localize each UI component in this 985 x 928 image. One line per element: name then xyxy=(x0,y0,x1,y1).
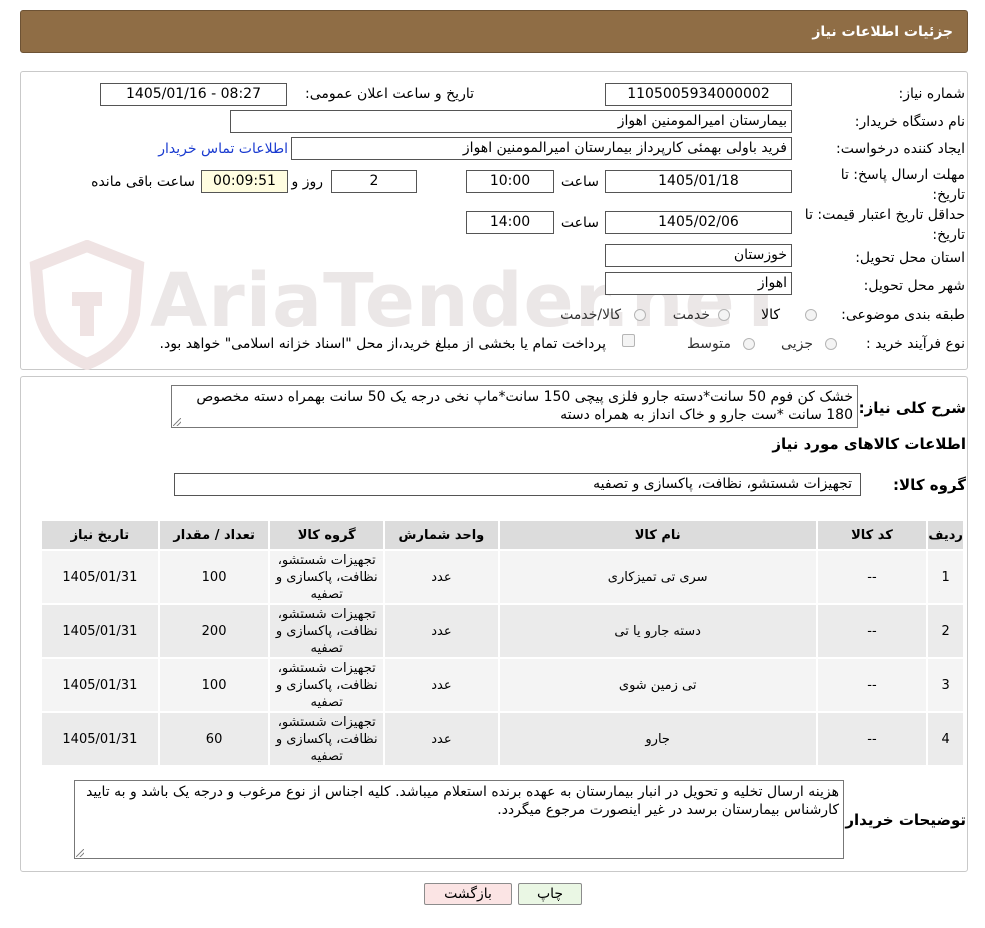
table-row: 2 -- دسته جارو یا تی عدد تجهیزات شستشو، … xyxy=(42,605,963,657)
city-field: اهواز xyxy=(605,272,792,295)
cell-row: 4 xyxy=(928,713,963,765)
cell-qty: 100 xyxy=(159,659,269,711)
resize-grip-icon[interactable] xyxy=(76,849,84,857)
col-qty: تعداد / مقدار xyxy=(159,521,269,549)
cell-group: تجهیزات شستشو، نظافت، پاکسازی و تصفیه xyxy=(270,551,384,603)
col-name: نام کالا xyxy=(499,521,816,549)
cell-code: -- xyxy=(817,551,927,603)
col-date: تاریخ نیاز xyxy=(42,521,158,549)
cell-name: تی زمین شوی xyxy=(499,659,816,711)
cell-code: -- xyxy=(817,713,927,765)
goods-table: ردیف کد کالا نام کالا واحد شمارش گروه کا… xyxy=(40,519,965,767)
announce-field: 1405/01/16 - 08:27 xyxy=(100,83,287,106)
col-code: کد کالا xyxy=(817,521,927,549)
deadline-date-field: 1405/01/18 xyxy=(605,170,792,193)
category-goods-service-label: کالا/خدمت xyxy=(560,307,621,323)
cell-qty: 200 xyxy=(159,605,269,657)
cell-row: 2 xyxy=(928,605,963,657)
table-header-row: ردیف کد کالا نام کالا واحد شمارش گروه کا… xyxy=(42,521,963,549)
col-group: گروه کالا xyxy=(270,521,384,549)
cell-unit: عدد xyxy=(385,659,498,711)
remaining-time-field: 00:09:51 xyxy=(201,170,288,193)
cell-row: 3 xyxy=(928,659,963,711)
category-label: طبقه بندی موضوعی: xyxy=(841,307,965,323)
validity-date-field: 1405/02/06 xyxy=(605,211,792,234)
category-goods-service-radio[interactable] xyxy=(634,309,646,321)
cell-unit: عدد xyxy=(385,551,498,603)
process-medium-label: متوسط xyxy=(687,336,731,352)
process-label: نوع فرآیند خرید : xyxy=(866,336,965,352)
requester-label: ایجاد کننده درخواست: xyxy=(836,141,965,157)
contact-info-link[interactable]: اطلاعات تماس خریدار xyxy=(158,141,288,157)
back-button[interactable]: بازگشت xyxy=(424,883,512,905)
print-button[interactable]: چاپ xyxy=(518,883,582,905)
requester-field: فرید باولی بهمئی کارپرداز بیمارستان امیر… xyxy=(291,137,792,160)
table-row: 3 -- تی زمین شوی عدد تجهیزات شستشو، نظاف… xyxy=(42,659,963,711)
province-label: استان محل تحویل: xyxy=(855,250,965,266)
cell-name: جارو xyxy=(499,713,816,765)
deadline-time-label: ساعت xyxy=(560,174,599,190)
notes-textarea[interactable]: هزینه ارسال تخلیه و تحویل در انبار بیمار… xyxy=(74,780,844,859)
process-minor-label: جزیی xyxy=(781,336,813,352)
page-header: جزئیات اطلاعات نیاز xyxy=(20,10,968,53)
category-service-label: خدمت xyxy=(672,307,710,323)
summary-label: شرح کلی نیاز: xyxy=(858,399,966,417)
cell-date: 1405/01/31 xyxy=(42,551,158,603)
remaining-label: ساعت باقی مانده xyxy=(91,174,195,190)
cell-name: سری تی تمیزکاری xyxy=(499,551,816,603)
cell-group: تجهیزات شستشو، نظافت، پاکسازی و تصفیه xyxy=(270,713,384,765)
summary-text: خشک کن فوم 50 سانت*دسته جارو فلزی پیچی 1… xyxy=(196,389,853,423)
cell-date: 1405/01/31 xyxy=(42,713,158,765)
notes-label: توضیحات خریدار: xyxy=(839,811,966,829)
goods-group-field: تجهیزات شستشو، نظافت، پاکسازی و تصفیه xyxy=(174,473,861,496)
deadline-time-field: 10:00 xyxy=(466,170,554,193)
city-label: شهر محل تحویل: xyxy=(863,278,965,294)
page-title: جزئیات اطلاعات نیاز xyxy=(812,24,953,40)
province-field: خوزستان xyxy=(605,244,792,267)
cell-qty: 60 xyxy=(159,713,269,765)
cell-row: 1 xyxy=(928,551,963,603)
cell-group: تجهیزات شستشو، نظافت، پاکسازی و تصفیه xyxy=(270,605,384,657)
announce-label: تاریخ و ساعت اعلان عمومی: xyxy=(305,86,474,102)
watermark-logo xyxy=(29,240,145,370)
goods-group-label: گروه کالا: xyxy=(893,476,966,494)
cell-code: -- xyxy=(817,605,927,657)
notes-text: هزینه ارسال تخلیه و تحویل در انبار بیمار… xyxy=(86,784,839,818)
cell-unit: عدد xyxy=(385,713,498,765)
buyer-org-field: بیمارستان امیرالمومنین اهواز xyxy=(230,110,792,133)
category-goods-radio[interactable] xyxy=(805,309,817,321)
treasury-payment-checkbox[interactable] xyxy=(622,334,635,347)
table-row: 4 -- جارو عدد تجهیزات شستشو، نظافت، پاکس… xyxy=(42,713,963,765)
summary-textarea[interactable]: خشک کن فوم 50 سانت*دسته جارو فلزی پیچی 1… xyxy=(171,385,858,428)
table-row: 1 -- سری تی تمیزکاری عدد تجهیزات شستشو، … xyxy=(42,551,963,603)
payment-note: پرداخت تمام یا بخشی از مبلغ خرید،از محل … xyxy=(159,336,606,352)
cell-group: تجهیزات شستشو، نظافت، پاکسازی و تصفیه xyxy=(270,659,384,711)
days-field: 2 xyxy=(331,170,417,193)
validity-time-field: 14:00 xyxy=(466,211,554,234)
cell-name: دسته جارو یا تی xyxy=(499,605,816,657)
buyer-org-label: نام دستگاه خریدار: xyxy=(854,114,965,130)
need-number-field: 1105005934000002 xyxy=(605,83,792,106)
validity-label: حداقل تاریخ اعتبار قیمت: تا تاریخ: xyxy=(804,207,965,243)
process-minor-radio[interactable] xyxy=(825,338,837,350)
deadline-label: مهلت ارسال پاسخ: تا تاریخ: xyxy=(840,167,965,203)
cell-code: -- xyxy=(817,659,927,711)
goods-section-title: اطلاعات کالاهای مورد نیاز xyxy=(772,435,966,453)
validity-time-label: ساعت xyxy=(560,215,599,231)
need-number-label: شماره نیاز: xyxy=(898,86,966,102)
resize-grip-icon[interactable] xyxy=(173,418,181,426)
col-unit: واحد شمارش xyxy=(385,521,498,549)
col-row: ردیف xyxy=(928,521,963,549)
cell-date: 1405/01/31 xyxy=(42,605,158,657)
process-medium-radio[interactable] xyxy=(743,338,755,350)
cell-qty: 100 xyxy=(159,551,269,603)
category-goods-label: کالا xyxy=(761,307,780,323)
cell-unit: عدد xyxy=(385,605,498,657)
category-service-radio[interactable] xyxy=(718,309,730,321)
watermark-text: AriaTender.neT xyxy=(150,258,788,344)
days-label: روز و xyxy=(291,174,324,190)
cell-date: 1405/01/31 xyxy=(42,659,158,711)
